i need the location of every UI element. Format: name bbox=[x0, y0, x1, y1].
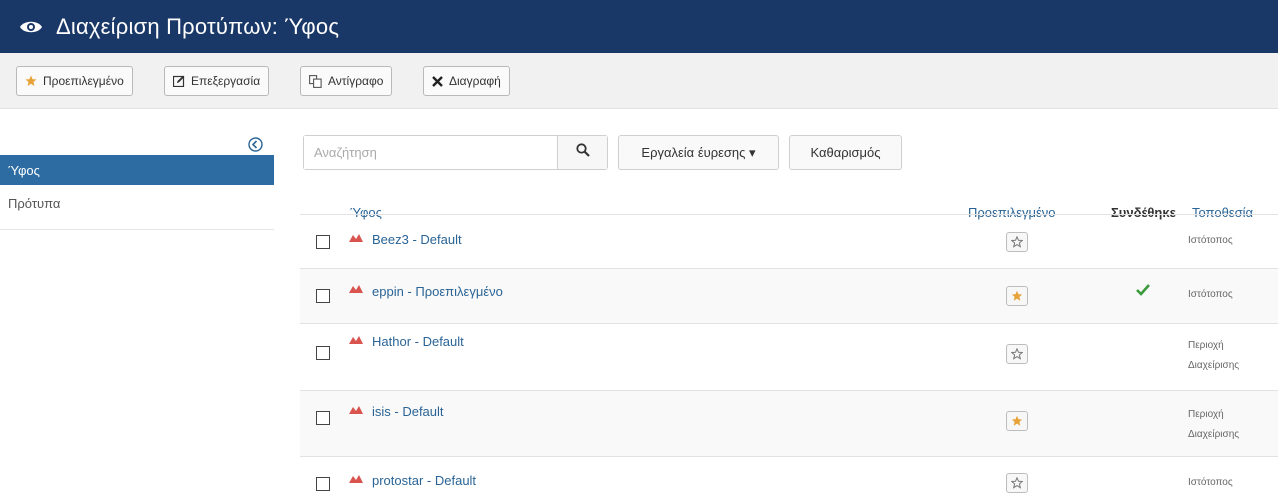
row-checkbox[interactable] bbox=[316, 346, 330, 360]
default-star-button[interactable] bbox=[1006, 344, 1028, 364]
location-text: Διαχείρισης bbox=[1188, 360, 1240, 371]
page-header: Διαχείριση Προτύπων: Ύφος bbox=[0, 0, 1278, 53]
clear-button[interactable]: Καθαρισμός bbox=[789, 135, 902, 170]
copy-icon bbox=[309, 74, 322, 88]
template-thumbnail-icon bbox=[348, 283, 364, 301]
toolbar: Προεπιλεγμένο Επεξεργασία Αντίγραφο Διαγ… bbox=[0, 53, 1278, 109]
location-text: Διαχείρισης bbox=[1188, 429, 1240, 440]
default-star-button[interactable] bbox=[1006, 411, 1028, 431]
row-checkbox[interactable] bbox=[316, 289, 330, 303]
table-row: eppin - Προεπιλεγμένο Ιστότοπος bbox=[300, 268, 1278, 323]
style-link[interactable]: protostar - Default bbox=[372, 473, 476, 488]
sidebar-item-label: Ύφος bbox=[8, 162, 40, 178]
template-thumbnail-icon bbox=[348, 473, 364, 491]
table-row: Beez3 - Default Ιστότοπος bbox=[300, 214, 1278, 268]
style-link[interactable]: isis - Default bbox=[372, 404, 444, 419]
default-star-button[interactable] bbox=[1006, 286, 1028, 306]
sidebar-item-label: Πρότυπα bbox=[8, 195, 61, 211]
edit-label: Επεξεργασία bbox=[191, 74, 261, 88]
style-link[interactable]: Hathor - Default bbox=[372, 334, 464, 349]
page-title: Διαχείριση Προτύπων: Ύφος bbox=[56, 13, 340, 39]
location-text: Ιστότοπος bbox=[1188, 289, 1233, 300]
sidebar-item-styles[interactable]: Ύφος bbox=[0, 155, 274, 185]
search-tools-button[interactable]: Εργαλεία έυρεσης ▾ bbox=[618, 135, 779, 170]
search-icon bbox=[576, 143, 590, 162]
search-button[interactable] bbox=[557, 136, 607, 169]
delete-label: Διαγραφή bbox=[449, 74, 501, 88]
default-star-button[interactable] bbox=[1006, 232, 1028, 252]
copy-button[interactable]: Αντίγραφο bbox=[300, 66, 393, 96]
close-icon bbox=[432, 75, 443, 87]
location-text: Περιοχή bbox=[1188, 409, 1224, 420]
search-input[interactable] bbox=[304, 136, 558, 169]
star-icon bbox=[25, 75, 37, 87]
row-checkbox[interactable] bbox=[316, 477, 330, 491]
location-text: Ιστότοπος bbox=[1188, 477, 1233, 488]
table-row: protostar - Default Ιστότοπος bbox=[300, 456, 1278, 503]
row-checkbox[interactable] bbox=[316, 411, 330, 425]
edit-icon bbox=[173, 75, 185, 87]
set-default-button[interactable]: Προεπιλεγμένο bbox=[16, 66, 133, 96]
row-checkbox[interactable] bbox=[316, 235, 330, 249]
sidebar-item-templates[interactable]: Πρότυπα bbox=[0, 188, 274, 218]
table-row: isis - Default Περιοχή Διαχείρισης bbox=[300, 390, 1278, 456]
style-link[interactable]: eppin - Προεπιλεγμένο bbox=[372, 284, 503, 299]
default-star-button[interactable] bbox=[1006, 473, 1028, 493]
copy-label: Αντίγραφο bbox=[328, 74, 384, 88]
table-row: Hathor - Default Περιοχή Διαχείρισης bbox=[300, 323, 1278, 390]
template-thumbnail-icon bbox=[348, 404, 364, 422]
delete-button[interactable]: Διαγραφή bbox=[423, 66, 510, 96]
edit-button[interactable]: Επεξεργασία bbox=[164, 66, 270, 96]
style-link[interactable]: Beez3 - Default bbox=[372, 232, 462, 247]
template-thumbnail-icon bbox=[348, 334, 364, 352]
template-thumbnail-icon bbox=[348, 232, 364, 250]
collapse-sidebar-icon[interactable] bbox=[246, 135, 264, 153]
location-text: Περιοχή bbox=[1188, 340, 1224, 351]
eye-icon bbox=[18, 14, 44, 40]
search-bar bbox=[303, 135, 608, 170]
set-default-label: Προεπιλεγμένο bbox=[43, 74, 124, 88]
location-text: Ιστότοπος bbox=[1188, 235, 1233, 246]
check-icon bbox=[1136, 283, 1150, 301]
